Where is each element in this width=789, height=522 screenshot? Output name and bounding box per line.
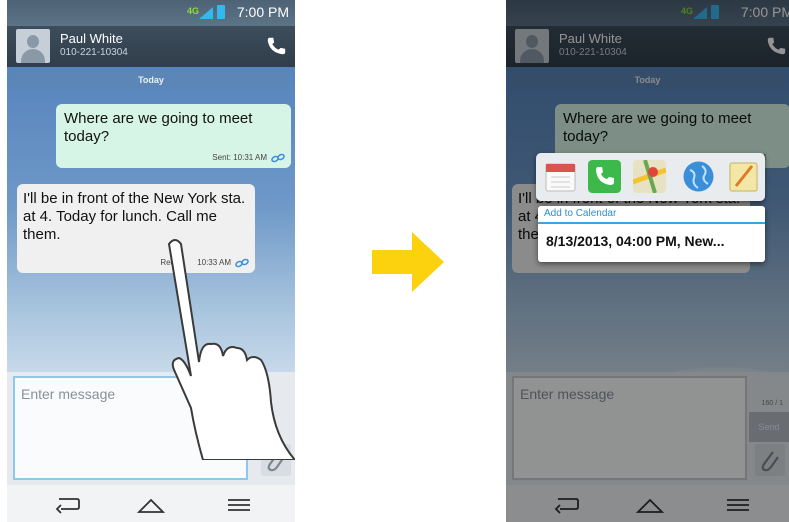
arrow-right-icon (372, 232, 444, 292)
add-to-calendar-label: Add to Calendar (544, 208, 617, 219)
conversation-header: Paul White 010-221-10304 (7, 26, 295, 67)
contact-number: 010-221-10304 (60, 47, 128, 58)
sent-message-bubble[interactable]: Where are we going to meet today? Sent: … (56, 104, 291, 168)
menu-icon[interactable] (225, 494, 253, 514)
battery-icon (217, 5, 225, 19)
phone-screen-after: 4G 7:00 PM Paul White 010-221-10304 Toda… (506, 0, 789, 522)
navigation-bar (7, 485, 295, 522)
maps-icon[interactable] (633, 160, 666, 193)
network-type: 4G (186, 6, 199, 16)
avatar[interactable] (16, 29, 50, 63)
detected-event-text: 8/13/2013, 04:00 PM, New... (546, 233, 725, 249)
signal-icon (199, 7, 213, 19)
divider (538, 222, 765, 224)
phone-screen-before: 4G 7:00 PM Paul White 010-221-10304 Toda… (7, 0, 295, 522)
app-chooser-row (536, 153, 765, 201)
sent-message-text: Where are we going to meet today? (64, 110, 253, 145)
smart-link-popup: Add to Calendar 8/13/2013, 04:00 PM, New… (536, 153, 765, 263)
finger-tap-gesture (167, 239, 295, 460)
memo-icon[interactable] (727, 160, 760, 193)
home-icon[interactable] (137, 494, 165, 514)
contact-name: Paul White (60, 31, 123, 46)
status-time: 7:00 PM (236, 4, 289, 20)
back-icon[interactable] (53, 494, 81, 514)
status-bar: 4G 7:00 PM (7, 0, 295, 26)
phone-icon[interactable] (588, 160, 621, 193)
phone-icon[interactable] (265, 35, 287, 57)
sent-timestamp: Sent: 10:31 AM (212, 153, 267, 162)
link-icon (271, 153, 285, 163)
browser-icon[interactable] (682, 160, 715, 193)
add-to-calendar-card[interactable]: Add to Calendar 8/13/2013, 04:00 PM, New… (538, 206, 765, 262)
calendar-icon[interactable] (544, 160, 577, 193)
date-divider: Today (13, 72, 289, 88)
